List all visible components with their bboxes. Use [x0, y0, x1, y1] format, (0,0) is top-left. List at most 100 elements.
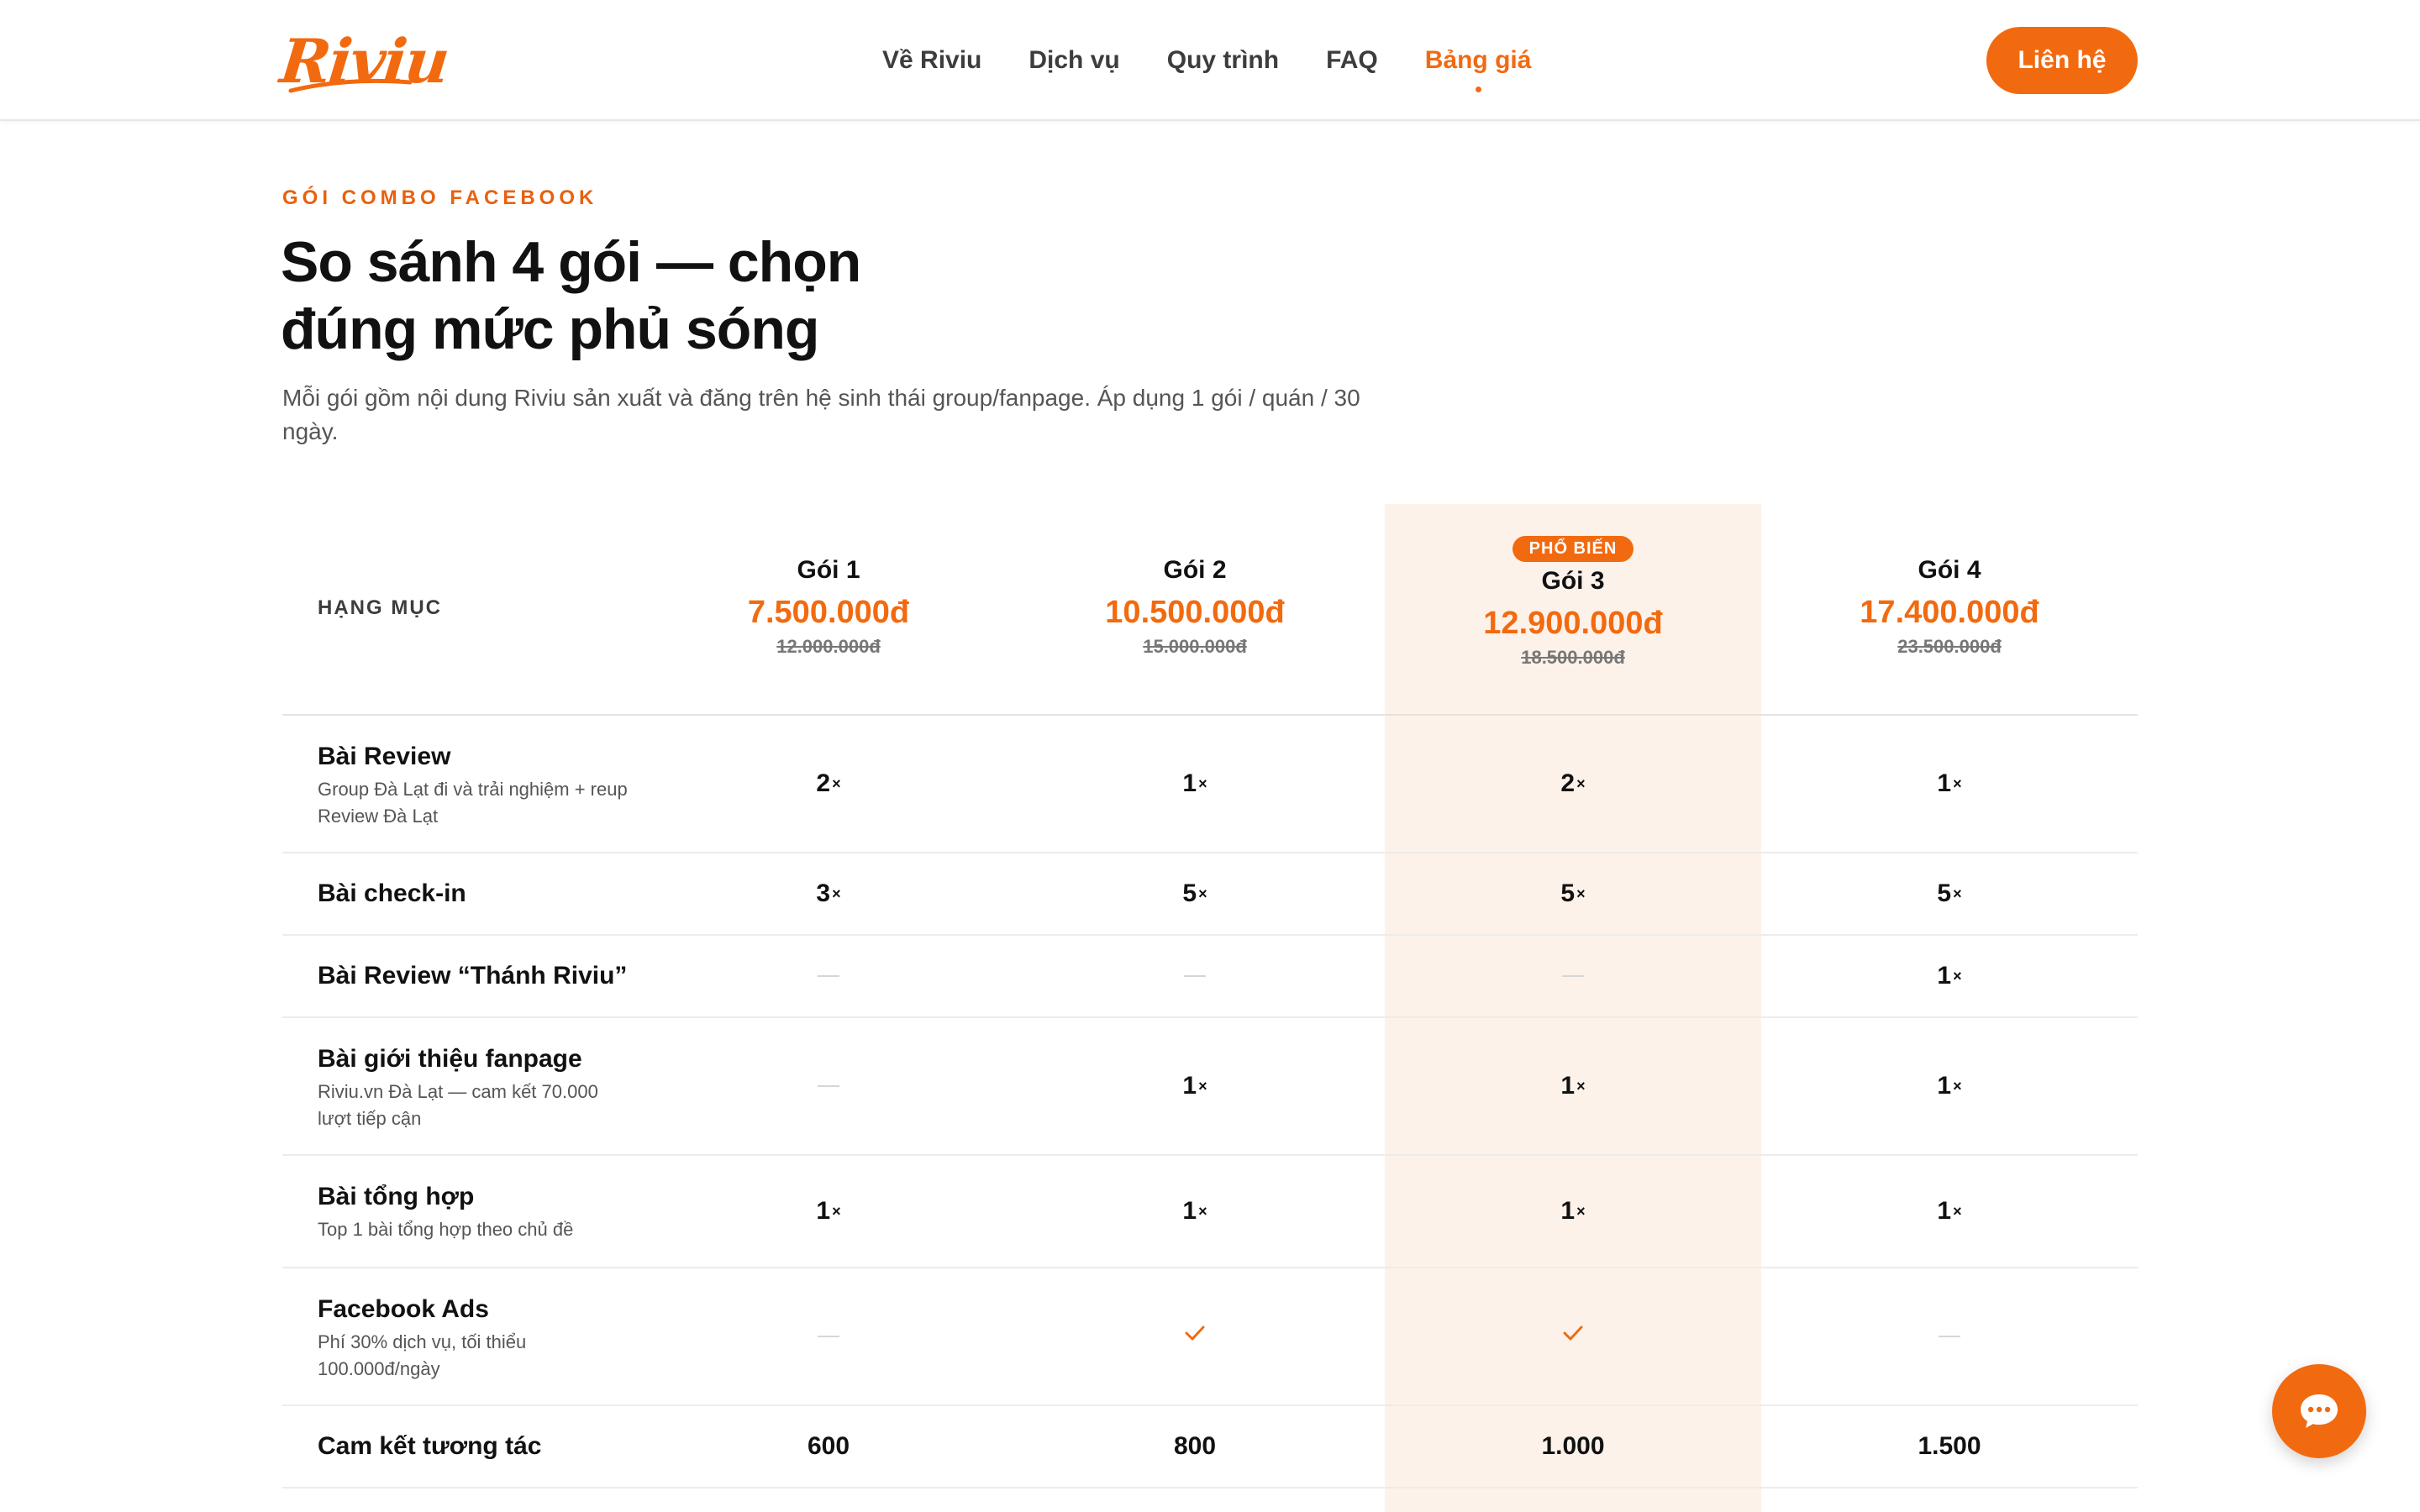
- row-title: Facebook Ads: [318, 1295, 489, 1323]
- not-included-dash-icon: [818, 975, 839, 977]
- active-indicator-dot: [1476, 87, 1482, 92]
- table-cell: 5 ×: [1766, 853, 2133, 934]
- cell-value: 5: [1182, 879, 1197, 907]
- section-title-line-1: So sánh 4 gói — chọn: [281, 230, 861, 294]
- nav-item-3[interactable]: FAQ: [1326, 46, 1378, 75]
- table-cell: [1012, 936, 1378, 1016]
- section-eyebrow: GÓI COMBO FACEBOOK: [282, 186, 598, 209]
- plan-price: 10.500.000đ: [1105, 595, 1285, 630]
- table-cell: [1766, 1268, 2133, 1404]
- cell-value: 5: [1937, 879, 1952, 907]
- table-row: Bài giới thiệu fanpage Riviu.vn Đà Lạt — …: [282, 1018, 2138, 1156]
- multiplier-symbol: ×: [1953, 1077, 1962, 1095]
- multiplier-symbol: ×: [1576, 1077, 1586, 1095]
- row-subtitle: Top 1 bài tổng hợp theo chủ đề: [318, 1219, 574, 1240]
- table-body: Bài Review Group Đà Lạt đi và trải nghiệm…: [282, 716, 2138, 1488]
- cell-value: 800: [1173, 1432, 1217, 1460]
- plan-name: Gói 1: [797, 556, 860, 584]
- nav-item-2[interactable]: Quy trình: [1167, 46, 1279, 75]
- row-title: Cam kết tương tác: [318, 1432, 542, 1460]
- cell-value: 2: [816, 769, 831, 797]
- table-cell: 1 ×: [1012, 1156, 1378, 1267]
- plan-price: 17.400.000đ: [1860, 595, 2039, 630]
- multiplier-symbol: ×: [1198, 774, 1207, 792]
- table-cell: 1 ×: [1766, 936, 2133, 1016]
- plan-name: Gói 3: [1541, 567, 1605, 595]
- plan-name: Gói 4: [1918, 556, 1981, 584]
- cell-value: 1: [1937, 1072, 1952, 1100]
- table-cell: [645, 1018, 1012, 1154]
- table-cell: [645, 1268, 1012, 1404]
- multiplier-symbol: ×: [1198, 1077, 1207, 1095]
- not-included-dash-icon: [818, 1336, 839, 1337]
- cell-value: 1.500: [1918, 1432, 1981, 1460]
- not-included-dash-icon: [1184, 975, 1206, 977]
- nav-item-label: Dịch vụ: [1028, 46, 1120, 74]
- table-cell: 2 ×: [1390, 716, 1756, 852]
- contact-button[interactable]: Liên hệ: [1986, 27, 2138, 94]
- popular-badge: PHỔ BIẾN: [1512, 536, 1634, 562]
- cell-value: 1: [1937, 1197, 1952, 1225]
- table-cell: 5 ×: [1390, 853, 1756, 934]
- row-label: Bài tổng hợp Top 1 bài tổng hợp theo chủ …: [318, 1183, 637, 1243]
- table-cell: 1 ×: [1390, 1018, 1756, 1154]
- chat-button[interactable]: [2272, 1364, 2366, 1458]
- not-included-dash-icon: [818, 1085, 839, 1087]
- table-row: Bài tổng hợp Top 1 bài tổng hợp theo chủ …: [282, 1156, 2138, 1268]
- plan-header-2: Gói 2 10.500.000đ 15.000.000đ: [1012, 504, 1378, 716]
- multiplier-symbol: ×: [1576, 885, 1586, 902]
- table-cell: 1 ×: [1012, 1018, 1378, 1154]
- cell-value: 2: [1560, 769, 1576, 797]
- cell-value: 1: [1182, 1197, 1197, 1225]
- multiplier-symbol: ×: [1576, 1202, 1586, 1220]
- multiplier-symbol: ×: [1953, 774, 1962, 792]
- row-subtitle: Group Đà Lạt đi và trải nghiệm + reup Re…: [318, 779, 628, 827]
- section-description: Mỗi gói gồm nội dung Riviu sản xuất và đ…: [282, 385, 1360, 444]
- cell-value: 600: [807, 1432, 850, 1460]
- table-cell: 1 ×: [1766, 1156, 2133, 1267]
- nav-item-4[interactable]: Bảng giá: [1425, 46, 1531, 92]
- table-row: Bài Review Group Đà Lạt đi và trải nghiệm…: [282, 716, 2138, 853]
- table-cell: 1 ×: [1766, 1018, 2133, 1154]
- not-included-dash-icon: [1562, 975, 1584, 977]
- logo-swoosh-icon: [288, 78, 413, 93]
- plan-old-price: 15.000.000đ: [1143, 636, 1247, 657]
- nav-item-label: FAQ: [1326, 46, 1378, 74]
- table-cell: 1 ×: [1012, 716, 1378, 852]
- check-icon: [1181, 1320, 1208, 1353]
- row-label: Bài Review Group Đà Lạt đi và trải nghiệm…: [318, 743, 637, 830]
- nav-item-label: Về Riviu: [882, 46, 982, 74]
- category-header: HẠNG MỤC: [318, 596, 442, 619]
- nav-item-0[interactable]: Về Riviu: [882, 46, 981, 75]
- table-cell: 1 ×: [1766, 716, 2133, 852]
- table-row: Facebook Ads Phí 30% dịch vụ, tối thiểu 1…: [282, 1268, 2138, 1406]
- multiplier-symbol: ×: [1953, 967, 1962, 984]
- check-icon: [1560, 1320, 1586, 1353]
- section-title: So sánh 4 gói — chọn đúng mức phủ sóng: [281, 228, 1121, 363]
- row-title: Bài giới thiệu fanpage: [318, 1045, 582, 1073]
- cell-value: 1: [1182, 769, 1197, 797]
- table-row: Bài Review “Thánh Riviu” 1 ×: [282, 936, 2138, 1018]
- multiplier-symbol: ×: [832, 774, 841, 792]
- cell-value: 1: [1937, 962, 1952, 990]
- row-subtitle: Riviu.vn Đà Lạt — cam kết 70.000 lượt ti…: [318, 1081, 598, 1129]
- row-title: Bài Review “Thánh Riviu”: [318, 962, 628, 990]
- cell-value: 1: [1560, 1197, 1576, 1225]
- table-cell: 3 ×: [645, 853, 1012, 934]
- table-row: Bài check-in 3 × 5 × 5 × 5 ×: [282, 853, 2138, 936]
- nav-item-1[interactable]: Dịch vụ: [1028, 46, 1119, 75]
- section-title-line-2: đúng mức phủ sóng: [281, 297, 819, 361]
- table-row: Cam kết tương tác 600 800 1.000 1.500: [282, 1406, 2138, 1488]
- riviu-logo[interactable]: Riviu: [277, 24, 452, 97]
- plan-old-price: 23.500.000đ: [1897, 636, 2002, 657]
- plan-header-3: PHỔ BIẾN Gói 3 12.900.000đ 18.500.000đ: [1390, 504, 1756, 716]
- multiplier-symbol: ×: [1953, 1202, 1962, 1220]
- row-label: Facebook Ads Phí 30% dịch vụ, tối thiểu 1…: [318, 1295, 637, 1383]
- table-cell: 5 ×: [1012, 853, 1378, 934]
- row-label: Bài Review “Thánh Riviu”: [318, 962, 627, 990]
- multiplier-symbol: ×: [1198, 1202, 1207, 1220]
- multiplier-symbol: ×: [1198, 885, 1207, 902]
- main-nav: Về Riviu Dịch vụ Quy trình FAQ Bảng giá: [882, 0, 1531, 121]
- multiplier-symbol: ×: [1953, 885, 1962, 902]
- cell-value: 1: [1937, 769, 1952, 797]
